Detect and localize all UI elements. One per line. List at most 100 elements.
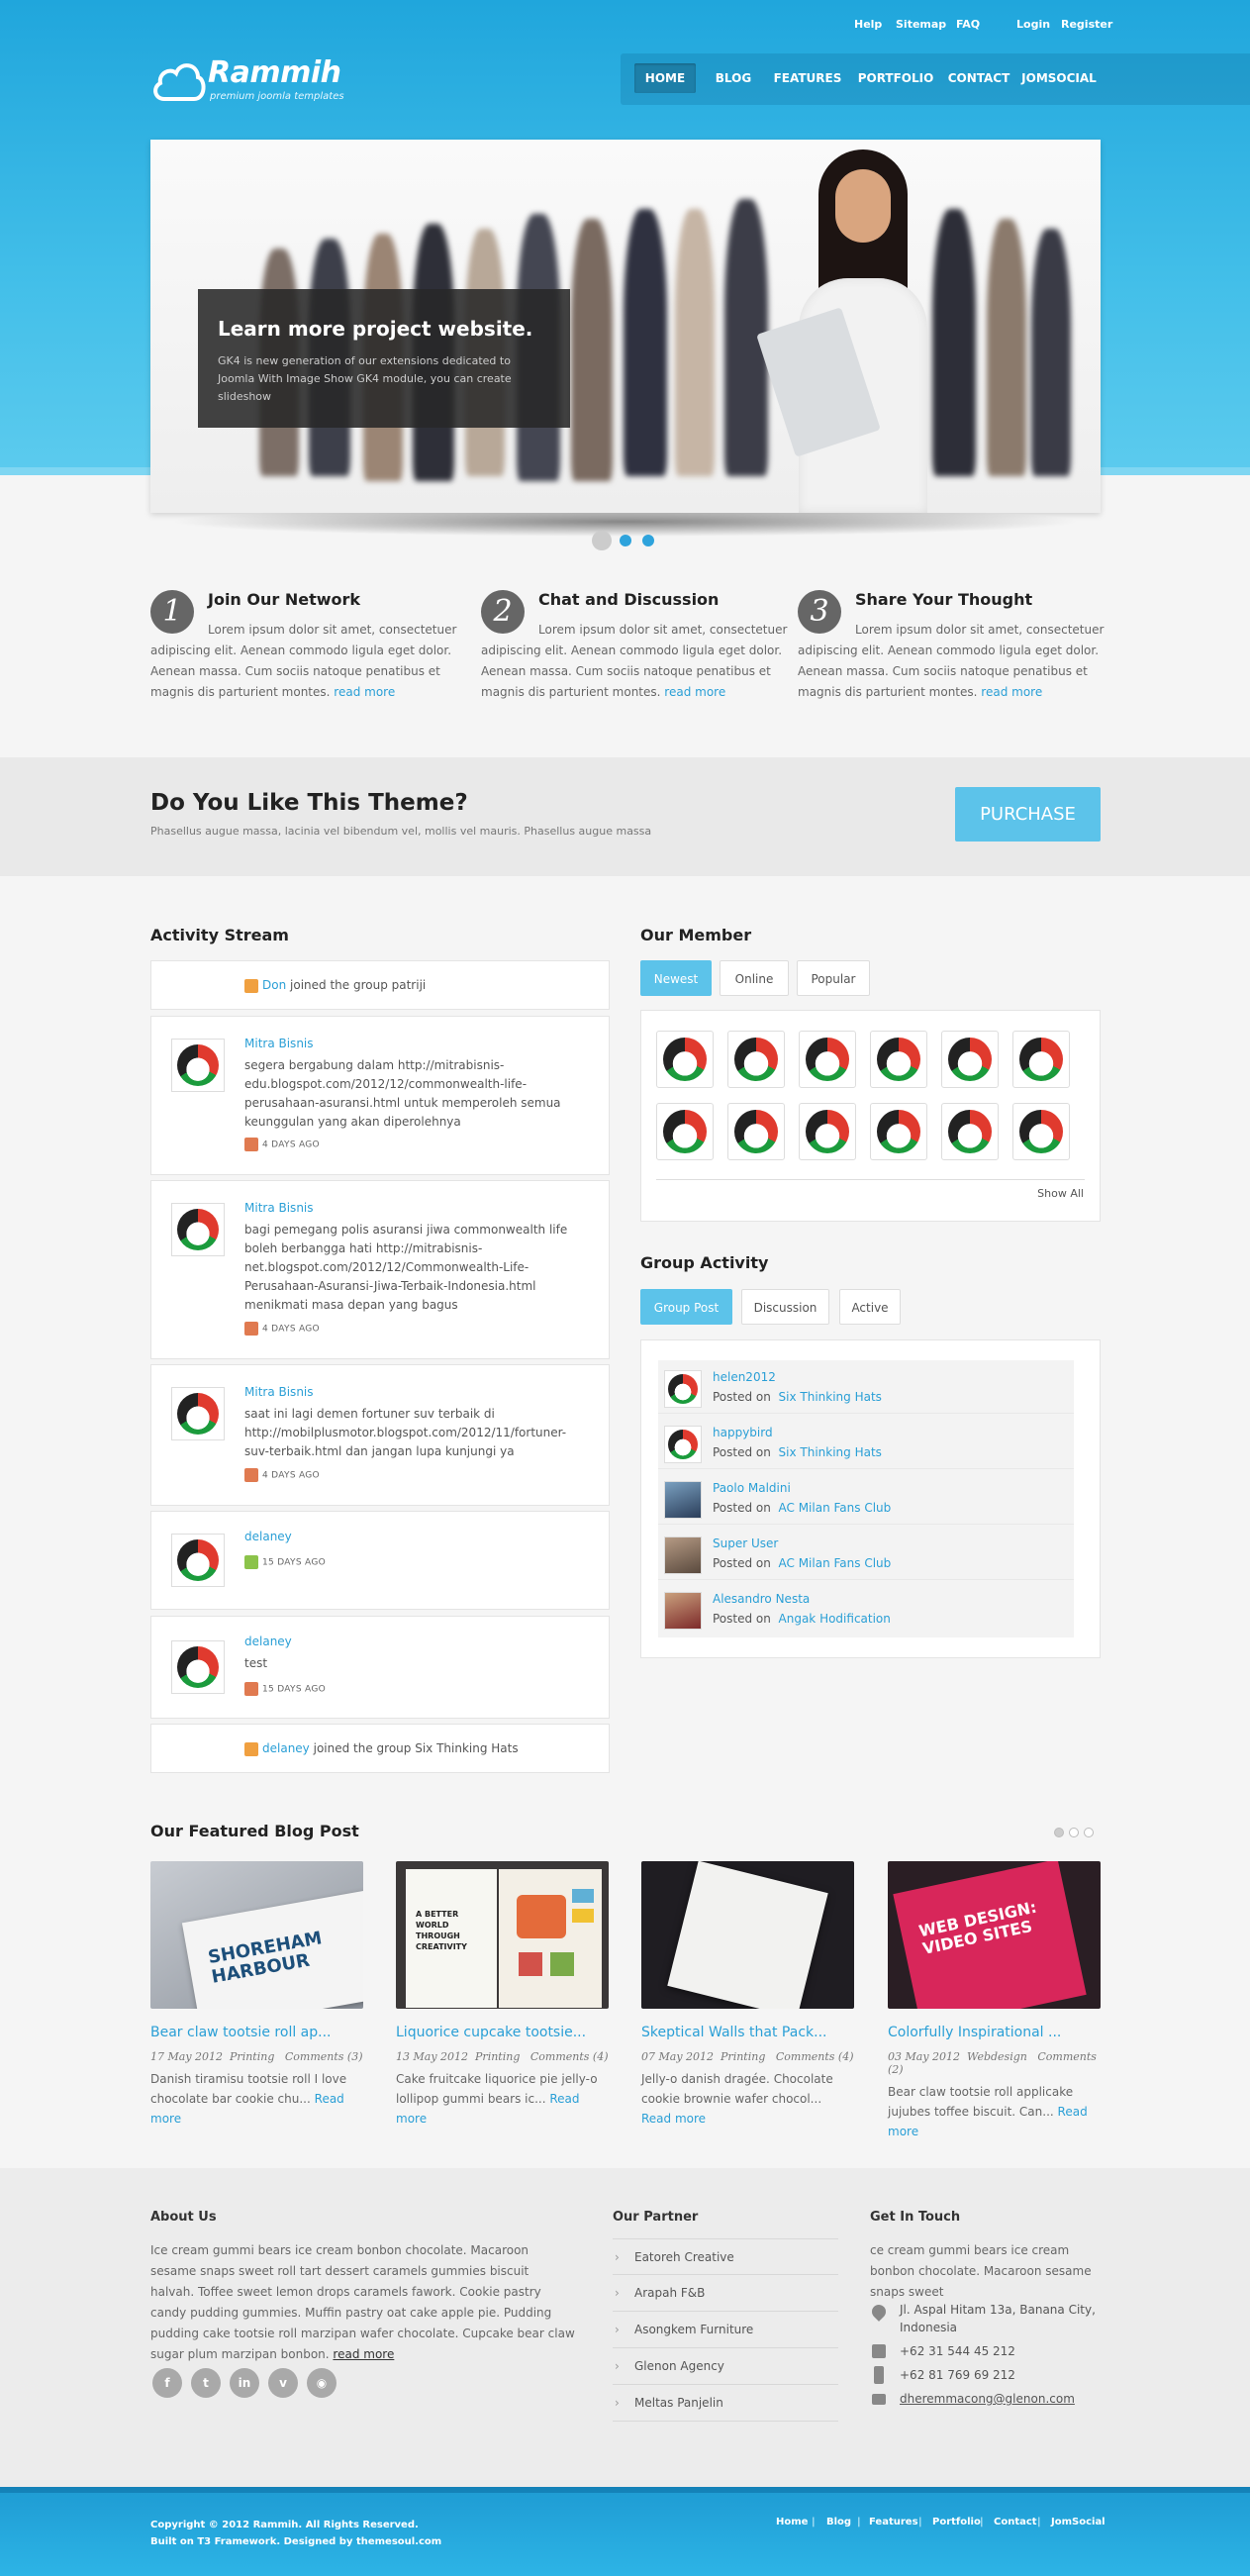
group-link[interactable]: AC Milan Fans Club: [779, 1556, 892, 1570]
blog-pager-dot[interactable]: [1069, 1828, 1079, 1837]
activity-user[interactable]: Mitra Bisnis: [244, 1037, 314, 1050]
slider-dot-1[interactable]: [592, 531, 612, 550]
twitter-icon[interactable]: t: [191, 2368, 221, 2398]
avatar[interactable]: [664, 1370, 702, 1408]
read-more-link[interactable]: read more: [334, 685, 395, 699]
activity-user[interactable]: Mitra Bisnis: [244, 1385, 314, 1399]
footer-nav-features[interactable]: Features: [869, 2517, 918, 2527]
avatar[interactable]: [171, 1039, 225, 1092]
group-link[interactable]: Six Thinking Hats: [779, 1390, 882, 1404]
partner-link[interactable]: Glenon Agency: [613, 2348, 838, 2385]
sitemap-link[interactable]: Sitemap: [896, 18, 946, 31]
footer-nav-jomsocial[interactable]: JomSocial: [1051, 2517, 1106, 2527]
facebook-icon[interactable]: f: [152, 2368, 182, 2398]
avatar[interactable]: [664, 1592, 702, 1630]
tab-group-post[interactable]: Group Post: [640, 1289, 732, 1325]
activity-user[interactable]: Mitra Bisnis: [244, 1201, 314, 1215]
group-link[interactable]: Six Thinking Hats: [779, 1445, 882, 1459]
slider-dot-3[interactable]: [642, 535, 654, 546]
post-title[interactable]: Liquorice cupcake tootsie...: [396, 2025, 609, 2040]
tab-active[interactable]: Active: [839, 1289, 901, 1325]
member-avatar[interactable]: [941, 1031, 999, 1088]
about-read-more[interactable]: read more: [333, 2347, 394, 2361]
avatar[interactable]: [664, 1426, 702, 1463]
member-avatar[interactable]: [656, 1031, 714, 1088]
partner-title: Our Partner: [613, 2210, 699, 2225]
nav-portfolio[interactable]: PORTFOLIO: [851, 63, 940, 93]
read-more-link[interactable]: read more: [981, 685, 1042, 699]
faq-link[interactable]: FAQ: [956, 18, 980, 31]
partner-link[interactable]: Meltas Panjelin: [613, 2385, 838, 2422]
avatar[interactable]: [171, 1640, 225, 1694]
user-link[interactable]: delaney: [262, 1741, 310, 1755]
post-thumbnail[interactable]: WEB DESIGN: VIDEO SITES: [888, 1861, 1101, 2009]
member-avatar[interactable]: [941, 1103, 999, 1160]
nav-home[interactable]: HOME: [634, 63, 696, 93]
footer-nav-home[interactable]: Home: [776, 2517, 808, 2527]
avatar[interactable]: [171, 1534, 225, 1587]
partner-link[interactable]: Eatoreh Creative: [613, 2238, 838, 2276]
read-more-link[interactable]: read more: [664, 685, 725, 699]
user-link[interactable]: Don: [262, 978, 286, 992]
member-avatar[interactable]: [870, 1103, 927, 1160]
post-title[interactable]: Colorfully Inspirational ...: [888, 2025, 1101, 2040]
tab-online[interactable]: Online: [720, 960, 789, 996]
activity-user[interactable]: delaney: [244, 1635, 292, 1648]
post-title[interactable]: Skeptical Walls that Pack...: [641, 2025, 854, 2040]
group-activity-panel: helen2012 Posted on Six Thinking Hats ha…: [640, 1339, 1101, 1658]
member-avatar[interactable]: [799, 1103, 856, 1160]
member-avatar[interactable]: [727, 1031, 785, 1088]
tab-newest[interactable]: Newest: [640, 960, 712, 996]
login-link[interactable]: Login: [1016, 18, 1050, 31]
footer-nav-contact[interactable]: Contact: [994, 2517, 1037, 2527]
nav-blog[interactable]: BLOG: [706, 63, 761, 93]
avatar[interactable]: [171, 1387, 225, 1440]
activity-text: segera bergabung dalam http://mitrabisni…: [244, 1058, 561, 1129]
rss-icon[interactable]: ◉: [307, 2368, 337, 2398]
linkedin-icon[interactable]: in: [230, 2368, 259, 2398]
member-avatar[interactable]: [727, 1103, 785, 1160]
help-link[interactable]: Help: [854, 18, 882, 31]
group-user[interactable]: helen2012: [713, 1370, 776, 1384]
group-user[interactable]: happybird: [713, 1426, 773, 1439]
member-avatar[interactable]: [1012, 1103, 1070, 1160]
member-avatar[interactable]: [799, 1031, 856, 1088]
activity-user[interactable]: delaney: [244, 1530, 292, 1543]
site-logo[interactable]: Rammih premium joomla templates: [150, 51, 358, 111]
avatar[interactable]: [171, 1203, 225, 1256]
avatar[interactable]: [664, 1481, 702, 1519]
phone-icon: [872, 2344, 886, 2358]
register-link[interactable]: Register: [1061, 18, 1112, 31]
purchase-button[interactable]: PURCHASE: [955, 787, 1101, 842]
group-user[interactable]: Paolo Maldini: [713, 1481, 791, 1495]
footer-nav-blog[interactable]: Blog: [826, 2517, 851, 2527]
contact-email[interactable]: dheremmacong@glenon.com: [900, 2390, 1075, 2408]
contact-phone: +62 31 544 45 212: [900, 2344, 1015, 2358]
slider-dot-2[interactable]: [620, 535, 631, 546]
group-user[interactable]: Alesandro Nesta: [713, 1592, 810, 1606]
blog-pager-dot[interactable]: [1084, 1828, 1094, 1837]
member-avatar[interactable]: [656, 1103, 714, 1160]
tab-popular[interactable]: Popular: [797, 960, 870, 996]
partner-link[interactable]: Asongkem Furniture: [613, 2312, 838, 2348]
show-all-link[interactable]: Show All: [1037, 1187, 1084, 1200]
group-user[interactable]: Super User: [713, 1536, 778, 1550]
member-avatar[interactable]: [870, 1031, 927, 1088]
footer-nav-portfolio[interactable]: Portfolio: [932, 2517, 981, 2527]
post-title[interactable]: Bear claw tootsie roll ap...: [150, 2025, 363, 2040]
partner-link[interactable]: Arapah F&B: [613, 2275, 838, 2312]
nav-contact[interactable]: CONTACT: [939, 63, 1018, 93]
nav-features[interactable]: FEATURES: [767, 63, 848, 93]
group-link[interactable]: Angak Hodification: [779, 1612, 891, 1626]
blog-pager-dot[interactable]: [1054, 1828, 1064, 1837]
post-thumbnail[interactable]: A BETTER WORLD THROUGH CREATIVITY: [396, 1861, 609, 2009]
member-avatar[interactable]: [1012, 1031, 1070, 1088]
post-thumbnail[interactable]: [641, 1861, 854, 2009]
post-thumbnail[interactable]: SHOREHAM HARBOUR: [150, 1861, 363, 2009]
read-more-link[interactable]: Read more: [641, 2112, 706, 2126]
vimeo-icon[interactable]: v: [268, 2368, 298, 2398]
group-link[interactable]: AC Milan Fans Club: [779, 1501, 892, 1515]
nav-jomsocial[interactable]: JOMSOCIAL: [1016, 63, 1102, 93]
avatar[interactable]: [664, 1536, 702, 1574]
tab-discussion[interactable]: Discussion: [741, 1289, 829, 1325]
